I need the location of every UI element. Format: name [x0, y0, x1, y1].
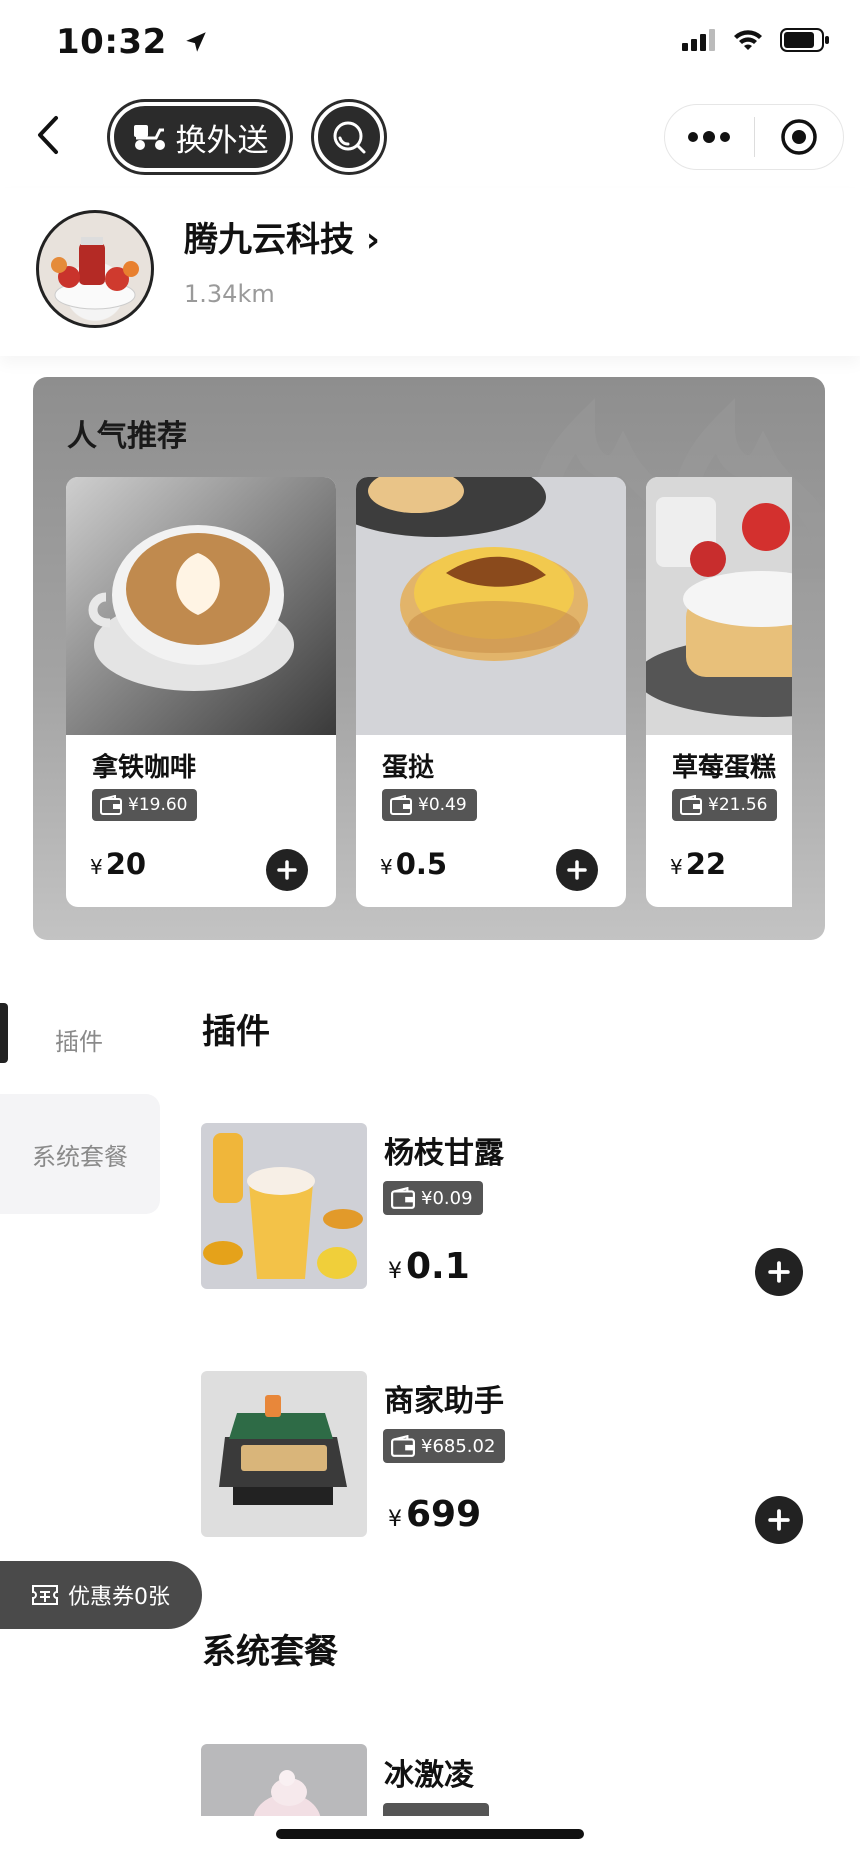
- ice-cream-image: [201, 1744, 367, 1816]
- search-button[interactable]: [314, 102, 384, 172]
- menu-item-name[interactable]: 冰激凌: [384, 1750, 474, 1794]
- merchant-assistant-image: [201, 1371, 367, 1537]
- wallet-icon: [390, 795, 412, 815]
- currency-symbol: ¥: [670, 855, 683, 879]
- menu-item-price: ¥0.1: [388, 1246, 470, 1287]
- member-price-tag: [383, 1803, 489, 1816]
- popular-item-price: ¥0.5: [380, 847, 447, 881]
- price-value: 699: [406, 1494, 482, 1535]
- popular-card[interactable]: 蛋挞 ¥0.49 ¥0.5: [356, 477, 626, 907]
- member-price-tag: ¥19.60: [92, 789, 198, 821]
- section-title-system-package: 系统套餐: [202, 1632, 338, 1672]
- sidebar-item-label: 系统套餐: [32, 1142, 128, 1171]
- price-value: 0.5: [395, 847, 448, 881]
- home-indicator[interactable]: [276, 1829, 584, 1839]
- price-value: 22: [685, 847, 727, 881]
- latte-image: [66, 477, 336, 735]
- wifi-icon: [734, 30, 762, 50]
- menu-item-image[interactable]: [201, 1123, 367, 1289]
- plus-icon: [768, 1261, 790, 1283]
- status-time: 10:32: [56, 22, 209, 62]
- shop-name[interactable]: 腾九云科技 ›: [184, 212, 380, 261]
- wallet-icon: [391, 1435, 415, 1457]
- member-price-tag: ¥21.56: [672, 789, 778, 821]
- switch-delivery-label: 换外送: [175, 122, 269, 159]
- add-to-cart-button[interactable]: [755, 1248, 803, 1296]
- more-button[interactable]: [665, 105, 754, 169]
- mango-pomelo-image: [201, 1123, 367, 1289]
- battery-icon: [780, 28, 829, 52]
- wallet-icon: [100, 795, 122, 815]
- member-price-tag: ¥0.49: [382, 789, 477, 821]
- sidebar-item-plugins[interactable]: 插件: [0, 1022, 158, 1057]
- member-price: ¥21.56: [708, 795, 768, 815]
- sidebar-item-system-package[interactable]: 系统套餐: [0, 1094, 160, 1214]
- menu-item-image[interactable]: [201, 1371, 367, 1537]
- popular-item-name: 草莓蛋糕: [672, 753, 777, 783]
- popular-item-price: ¥20: [90, 847, 146, 881]
- member-price-tag: ¥0.09: [383, 1181, 483, 1215]
- cellular-signal-icon: [682, 29, 715, 51]
- location-arrow-icon: [186, 32, 206, 52]
- member-price-tag: ¥685.02: [383, 1429, 506, 1463]
- section-title-plugins: 插件: [202, 1012, 270, 1052]
- menu-item-price: ¥699: [388, 1494, 481, 1535]
- status-icons: [682, 28, 830, 52]
- plus-icon: [567, 860, 587, 880]
- popular-title: 人气推荐: [67, 419, 187, 454]
- popular-card[interactable]: 拿铁咖啡 ¥19.60 ¥20: [66, 477, 336, 907]
- close-miniprogram-button[interactable]: [755, 105, 844, 169]
- popular-carousel[interactable]: 拿铁咖啡 ¥19.60 ¥20 蛋挞 ¥0.49 ¥ 0.5 草莓蛋糕 ¥21.…: [66, 477, 792, 907]
- wallet-icon: [680, 795, 702, 815]
- add-to-cart-button[interactable]: [556, 849, 598, 891]
- coupon-button[interactable]: 优惠券0张: [0, 1561, 202, 1629]
- scooter-icon: [133, 125, 165, 150]
- shop-distance: 1.34km: [184, 280, 275, 308]
- member-price: ¥685.02: [421, 1435, 496, 1457]
- popular-item-price: ¥22: [670, 847, 726, 881]
- popular-item-name: 蛋挞: [382, 753, 435, 783]
- currency-symbol: ¥: [380, 855, 393, 879]
- add-to-cart-button[interactable]: [266, 849, 308, 891]
- coupon-label: 优惠券0张: [68, 1585, 170, 1610]
- strawberry-cake-image: [646, 477, 792, 735]
- ticket-icon: [32, 1585, 58, 1605]
- chevron-left-icon: [38, 116, 58, 154]
- popular-section: 人气推荐 拿铁咖啡 ¥19.60 ¥20 蛋挞 ¥0.49 ¥ 0.5 草莓蛋糕…: [33, 377, 825, 940]
- plus-icon: [768, 1509, 790, 1531]
- target-circle-icon: [781, 119, 817, 155]
- popular-item-name: 拿铁咖啡: [92, 753, 197, 783]
- member-price: ¥19.60: [128, 795, 188, 815]
- switch-delivery-button[interactable]: 换外送: [110, 102, 290, 172]
- wallet-icon: [391, 1187, 415, 1209]
- egg-tart-image: [356, 477, 626, 735]
- status-time-text: 10:32: [56, 22, 167, 62]
- search-icon: [333, 121, 366, 154]
- back-button[interactable]: [30, 112, 70, 158]
- shop-logo[interactable]: [36, 210, 154, 328]
- member-price: ¥0.09: [421, 1187, 473, 1209]
- member-price: ¥0.49: [418, 795, 467, 815]
- more-dots-icon: [688, 131, 731, 143]
- currency-symbol: ¥: [90, 855, 103, 879]
- currency-symbol: ¥: [388, 1259, 402, 1284]
- menu-item-image[interactable]: [201, 1744, 367, 1816]
- price-value: 0.1: [406, 1246, 470, 1287]
- popular-card[interactable]: 草莓蛋糕 ¥21.56 ¥22: [646, 477, 792, 907]
- currency-symbol: ¥: [388, 1507, 402, 1532]
- mini-program-capsule: [664, 104, 844, 170]
- plus-icon: [277, 860, 297, 880]
- menu-item-name[interactable]: 杨枝甘露: [384, 1128, 504, 1172]
- price-value: 20: [105, 847, 147, 881]
- add-to-cart-button[interactable]: [755, 1496, 803, 1544]
- shop-logo-image: [51, 237, 139, 310]
- menu-item-name[interactable]: 商家助手: [384, 1376, 504, 1420]
